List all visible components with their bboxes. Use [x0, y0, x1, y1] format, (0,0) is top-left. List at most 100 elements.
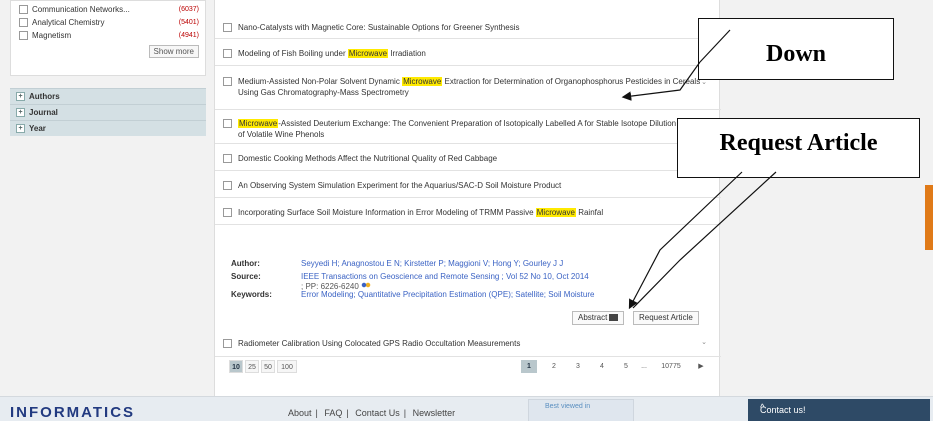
result-checkbox[interactable]	[223, 49, 232, 58]
chevron-up-icon[interactable]: ^	[760, 403, 920, 414]
result-title[interactable]: Medium-Assisted Non-Polar Solvent Dynami…	[238, 76, 713, 98]
facet-count: (4941)	[178, 32, 199, 39]
page-size-option[interactable]: 100	[277, 360, 297, 373]
footer-link-contact[interactable]: Contact Us	[355, 408, 400, 418]
facet-label: Magnetism	[32, 31, 72, 40]
contact-us-bar[interactable]: Contact us! ^	[748, 399, 930, 421]
abstract-label: Abstract	[578, 313, 608, 322]
footer-link-newsletter[interactable]: Newsletter	[413, 408, 456, 418]
page-number[interactable]: 2	[547, 360, 561, 373]
result-checkbox[interactable]	[223, 208, 232, 217]
footer-separator: |	[346, 408, 349, 418]
result-title[interactable]: Radiometer Calibration Using Colocated G…	[238, 338, 520, 349]
facet-checkbox[interactable]	[19, 31, 28, 40]
page-ellipsis: ...	[641, 363, 647, 370]
feedback-tab[interactable]	[925, 185, 933, 250]
footer-links: About | FAQ | Contact Us | Newsletter	[286, 408, 457, 418]
facet-group-authors[interactable]: + Authors	[10, 88, 206, 104]
result-checkbox[interactable]	[223, 23, 232, 32]
expand-icon[interactable]: +	[16, 124, 25, 133]
facet-label: Communication Networks...	[32, 5, 130, 14]
highlighted-term: Microwave	[535, 208, 576, 217]
title-text: Domestic Cooking Methods Affect the Nutr…	[238, 154, 498, 163]
facet-group-journal[interactable]: + Journal	[10, 104, 206, 120]
facet-group-label: Journal	[29, 108, 58, 117]
page-number[interactable]: 10775	[657, 360, 685, 373]
title-text: Irradiation	[388, 49, 426, 58]
page-number[interactable]: 3	[571, 360, 585, 373]
page-size-option[interactable]: 50	[261, 360, 275, 373]
result-item[interactable]: An Observing System Simulation Experimen…	[215, 172, 721, 198]
facet-group-label: Authors	[29, 92, 60, 101]
page-number[interactable]: 1	[521, 360, 537, 373]
facet-checkbox[interactable]	[19, 5, 28, 14]
facet-label: Analytical Chemistry	[32, 18, 105, 27]
result-item[interactable]: Radiometer Calibration Using Colocated G…	[215, 330, 721, 357]
result-item[interactable]: Microwave-Assisted Deuterium Exchange: T…	[215, 112, 721, 144]
request-article-button[interactable]: Request Article	[633, 311, 699, 325]
result-title[interactable]: Incorporating Surface Soil Moisture Info…	[238, 207, 603, 218]
facet-item[interactable]: Communication Networks... (6037)	[19, 3, 199, 16]
best-viewed-box: Best viewed in	[528, 399, 634, 421]
author-links[interactable]: Seyyedi H; Anagnostou E N; Kirstetter P;…	[301, 259, 563, 268]
informatics-logo[interactable]: INFORMATICS	[10, 404, 135, 421]
result-item[interactable]: Nano-Catalysts with Magnetic Core: Susta…	[215, 14, 721, 39]
result-title[interactable]: Modeling of Fish Boiling under Microwave…	[238, 48, 426, 59]
result-title[interactable]: Nano-Catalysts with Magnetic Core: Susta…	[238, 22, 519, 33]
result-checkbox[interactable]	[223, 181, 232, 190]
footer-link-faq[interactable]: FAQ	[324, 408, 342, 418]
document-icon	[609, 314, 619, 321]
page-size-option[interactable]: 25	[245, 360, 259, 373]
facet-count: (6037)	[178, 6, 199, 13]
result-item[interactable]: Incorporating Surface Soil Moisture Info…	[215, 199, 721, 225]
title-text: -Assisted Deuterium Exchange: The Conven…	[278, 119, 583, 128]
facet-item[interactable]: Analytical Chemistry (5401)	[19, 16, 199, 29]
keywords-links[interactable]: Error Modeling; Quantitative Precipitati…	[301, 290, 594, 299]
result-title[interactable]: Domestic Cooking Methods Affect the Nutr…	[238, 153, 497, 164]
page-number[interactable]: 4	[595, 360, 609, 373]
footer-separator: |	[315, 408, 318, 418]
author-label: Author:	[231, 259, 260, 268]
footer-link-about[interactable]: About	[288, 408, 312, 418]
subject-facet-box: Communication Networks... (6037) Analyti…	[10, 0, 206, 76]
title-text: Incorporating Surface Soil Moisture Info…	[238, 208, 536, 217]
result-item[interactable]: Domestic Cooking Methods Affect the Nutr…	[215, 145, 721, 171]
next-page-icon[interactable]: ▶	[695, 360, 707, 373]
facet-item[interactable]: Magnetism (4941)	[19, 29, 199, 42]
result-item[interactable]: Medium-Assisted Non-Polar Solvent Dynami…	[215, 70, 721, 110]
expand-icon[interactable]: +	[16, 92, 25, 101]
page-number[interactable]: 5	[619, 360, 633, 373]
result-checkbox[interactable]	[223, 339, 232, 348]
result-title[interactable]: An Observing System Simulation Experimen…	[238, 180, 561, 191]
source-label: Source:	[231, 272, 261, 281]
footer: INFORMATICS About | FAQ | Contact Us | News…	[0, 396, 933, 421]
expand-icon[interactable]: +	[16, 108, 25, 117]
result-title[interactable]: Microwave-Assisted Deuterium Exchange: T…	[238, 118, 713, 140]
abstract-button[interactable]: Abstract	[572, 311, 625, 325]
facet-count: (5401)	[178, 19, 199, 26]
result-item[interactable]: Modeling of Fish Boiling under Microwave…	[215, 40, 721, 66]
result-checkbox[interactable]	[223, 119, 232, 128]
title-text: An Observing System Simulation Experimen…	[238, 181, 562, 190]
title-text: Radiometer Calibration Using Colocated G…	[238, 339, 521, 348]
title-text: Medium-Assisted Non-Polar Solvent Dynami…	[238, 77, 403, 86]
chevron-down-icon[interactable]: ⌄	[701, 338, 707, 346]
annotation-down: Down	[698, 18, 894, 80]
page-size-option[interactable]: 10	[229, 360, 243, 373]
facet-checkbox[interactable]	[19, 18, 28, 27]
people-icon[interactable]	[360, 282, 371, 290]
title-text: Nano-Catalysts with Magnetic Core: Susta…	[238, 23, 520, 32]
title-text: Modeling of Fish Boiling under	[238, 49, 348, 58]
best-viewed-label: Best viewed in	[545, 403, 591, 410]
show-more-button[interactable]: Show more	[148, 45, 199, 58]
facet-group-label: Year	[29, 124, 46, 133]
result-checkbox[interactable]	[223, 77, 232, 86]
facet-groups: + Authors + Journal + Year	[10, 88, 206, 136]
result-details: Author: Seyyedi H; Anagnostou E N; Kirst…	[215, 252, 721, 328]
title-text: Rainfal	[575, 208, 604, 217]
facet-group-year[interactable]: + Year	[10, 120, 206, 136]
source-link[interactable]: IEEE Transactions on Geoscience and Remo…	[301, 272, 589, 281]
result-checkbox[interactable]	[223, 154, 232, 163]
page: Communication Networks... (6037) Analyti…	[0, 0, 933, 421]
results-list: Nano-Catalysts with Magnetic Core: Susta…	[214, 0, 721, 400]
